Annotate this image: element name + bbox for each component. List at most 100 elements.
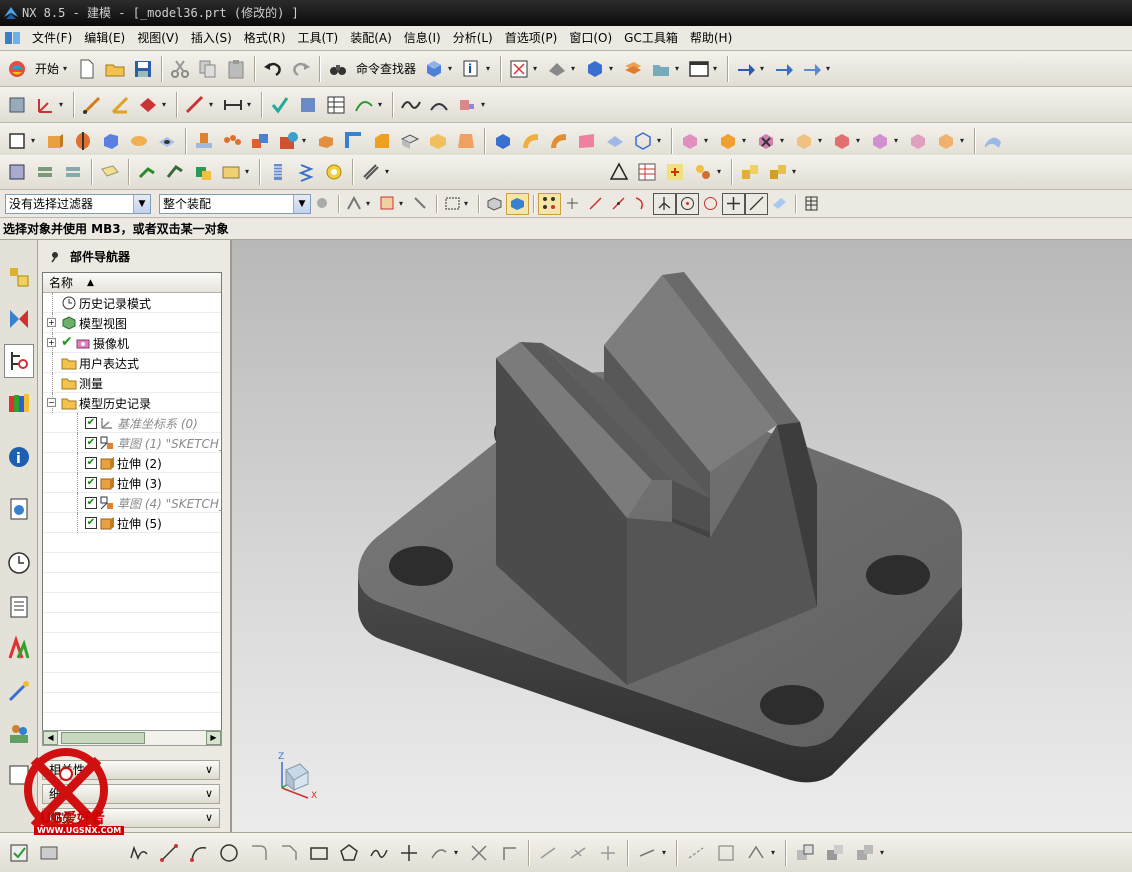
roles-tab[interactable]	[4, 716, 34, 750]
circle-button[interactable]	[214, 838, 244, 868]
line-button[interactable]	[154, 838, 184, 868]
tree-node[interactable]: ✔ 拉伸 (5)	[43, 513, 221, 533]
studio-spline-button[interactable]	[364, 838, 394, 868]
suppress-button[interactable]	[217, 158, 245, 186]
surface-analysis-button[interactable]	[425, 91, 453, 119]
sketch-feature-button-1[interactable]	[790, 838, 820, 868]
revolve-button[interactable]	[69, 127, 97, 155]
part-navigator-tab[interactable]	[4, 344, 34, 378]
menu-preferences[interactable]: 首选项(P)	[499, 27, 564, 49]
snap-on-curve-button[interactable]	[745, 192, 768, 215]
shaded-style-button[interactable]	[420, 55, 448, 83]
draft-button[interactable]	[452, 127, 480, 155]
tree-node[interactable]: + 模型视图	[43, 313, 221, 333]
assembly-add-button[interactable]	[736, 158, 764, 186]
open-button[interactable]	[101, 55, 129, 83]
sync-button-6[interactable]	[866, 127, 894, 155]
sketch-analysis-button[interactable]	[397, 91, 425, 119]
edit-feature-button-3[interactable]	[59, 158, 87, 186]
dimension-button[interactable]	[181, 91, 209, 119]
menu-tools[interactable]: 工具(T)	[292, 27, 345, 49]
knowledge-button[interactable]	[689, 158, 717, 186]
welding-button[interactable]	[357, 158, 385, 186]
point-button[interactable]	[394, 838, 424, 868]
checkbox-checked-icon[interactable]: ✔	[85, 477, 97, 489]
rect-select-button[interactable]	[441, 193, 464, 215]
sync-button-3[interactable]	[752, 127, 780, 155]
hd3d-tools-tab[interactable]: i	[4, 440, 34, 474]
measure-distance-button[interactable]	[78, 91, 106, 119]
layer-button[interactable]	[619, 55, 647, 83]
tree-node[interactable]: ✔ 拉伸 (3)	[43, 473, 221, 493]
move-feature-button[interactable]	[133, 158, 161, 186]
menu-window[interactable]: 窗口(O)	[563, 27, 618, 49]
orient-view-button[interactable]	[543, 55, 571, 83]
save-button[interactable]	[129, 55, 157, 83]
reorder-feature-button[interactable]	[161, 158, 189, 186]
tree-node[interactable]: 历史记录模式	[43, 293, 221, 313]
sketch-feature-button-3[interactable]	[850, 838, 880, 868]
tree-node[interactable]: ✔ 基准坐标系 (0)	[43, 413, 221, 433]
assembly-btn-3[interactable]	[798, 55, 826, 83]
chevron-down-icon[interactable]: ∨	[201, 810, 217, 826]
make-corner-button[interactable]	[494, 838, 524, 868]
snap-curve-button[interactable]	[630, 193, 653, 215]
edit-feature-button-2[interactable]	[31, 158, 59, 186]
spreadsheet-button[interactable]	[633, 158, 661, 186]
assembly-btn-2[interactable]	[770, 55, 798, 83]
constraint-button-3[interactable]	[593, 838, 623, 868]
menu-assemblies[interactable]: 装配(A)	[344, 27, 398, 49]
analysis-button-2[interactable]	[322, 91, 350, 119]
distance-button[interactable]	[219, 91, 247, 119]
constraint-navigator-tab[interactable]	[4, 302, 34, 336]
pin-icon[interactable]	[48, 249, 62, 263]
arc-button[interactable]	[184, 838, 214, 868]
reuse-library-tab[interactable]	[4, 386, 34, 420]
menu-information[interactable]: 信息(I)	[398, 27, 447, 49]
tree-node[interactable]: − 模型历史记录	[43, 393, 221, 413]
snap-midpoint-button[interactable]	[607, 193, 630, 215]
history-tab[interactable]	[4, 546, 34, 580]
select-features-button[interactable]	[343, 193, 366, 215]
checkmark-icon[interactable]: ✔	[61, 334, 73, 350]
select-tool-button[interactable]	[409, 193, 432, 215]
measure-angle-button[interactable]	[106, 91, 134, 119]
swept-button[interactable]	[489, 127, 517, 155]
command-finder-label[interactable]: 命令查找器	[352, 60, 420, 77]
dimension-sketch-button[interactable]	[632, 838, 662, 868]
start-label[interactable]: 开始	[31, 60, 63, 77]
checkbox-checked-icon[interactable]: ✔	[85, 457, 97, 469]
tree-node[interactable]: + ✔ 摄像机	[43, 333, 221, 353]
extrude-button[interactable]	[41, 127, 69, 155]
tree-node[interactable]: 测量	[43, 373, 221, 393]
chamfer-button[interactable]	[368, 127, 396, 155]
surface-2-button[interactable]	[545, 127, 573, 155]
general-filter-button[interactable]	[311, 193, 334, 215]
cut-button[interactable]	[166, 55, 194, 83]
snap-endpoint-button[interactable]	[538, 192, 561, 215]
convert-reference-button[interactable]	[681, 838, 711, 868]
constraint-button-2[interactable]	[563, 838, 593, 868]
rectangle-button[interactable]	[304, 838, 334, 868]
edge-blend-button[interactable]	[340, 127, 368, 155]
web-browser-tab[interactable]	[4, 492, 34, 526]
render-style-button[interactable]	[581, 55, 609, 83]
replace-feature-button[interactable]	[189, 158, 217, 186]
new-button[interactable]	[73, 55, 101, 83]
snap-line-button[interactable]	[584, 193, 607, 215]
expand-icon[interactable]: +	[47, 338, 56, 347]
manufacturing-wizard-tab[interactable]	[4, 674, 34, 708]
move-layer-button[interactable]	[647, 55, 675, 83]
horizontal-scrollbar[interactable]: ◀ ▶	[42, 730, 222, 746]
chevron-down-icon[interactable]: ∨	[201, 786, 217, 802]
sync-button-2[interactable]	[714, 127, 742, 155]
system-materials-tab[interactable]	[4, 590, 34, 624]
surface-freeform-button[interactable]	[979, 127, 1007, 155]
csys-button[interactable]	[31, 91, 59, 119]
polygon-button[interactable]	[334, 838, 364, 868]
assembly-btn-1[interactable]	[732, 55, 760, 83]
fit-view-button[interactable]	[505, 55, 533, 83]
process-studio-tab[interactable]	[4, 632, 34, 666]
subtract-button[interactable]	[274, 127, 302, 155]
collapse-icon[interactable]: −	[47, 398, 56, 407]
